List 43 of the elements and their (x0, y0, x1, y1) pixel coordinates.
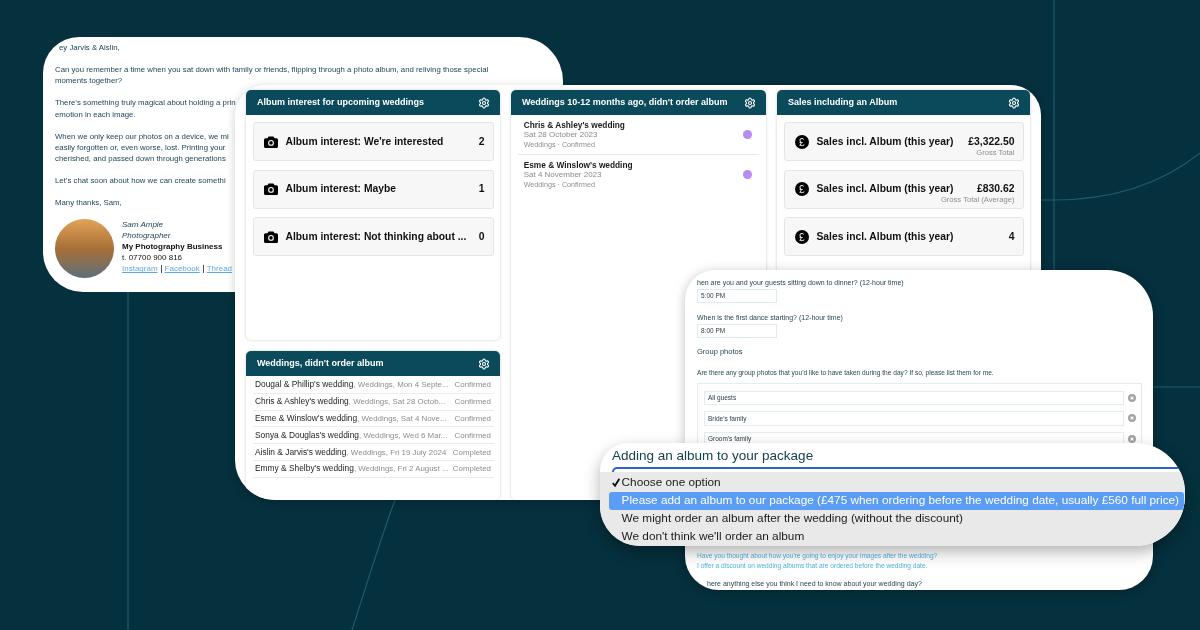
tile-value: 2 (477, 135, 485, 148)
stat-tile[interactable]: Album interest: Not thinking about ... 0 (252, 217, 494, 256)
tile-value: 0 (477, 230, 485, 243)
camera-icon (263, 183, 278, 195)
pound-icon (794, 229, 809, 244)
tile-value: £3,322.50 (967, 135, 1015, 148)
tile-value: 1 (477, 183, 485, 195)
settings-icon[interactable] (1008, 96, 1020, 109)
wedding-date: Sat 28 October 2023 (523, 130, 598, 140)
signature-business: My Photography Business (122, 241, 223, 253)
wedding-title[interactable]: Chris & Ashley's wedding (523, 120, 625, 130)
dropdown-option[interactable]: We don't think we'll order an album (608, 527, 1184, 546)
tile-value: 4 (1007, 230, 1015, 243)
stat-tile[interactable]: Sales incl. Album (this year) 4 (783, 217, 1024, 256)
wedding-date: Sat 4 November 2023 (523, 169, 602, 180)
tile-label: Album interest: Not thinking about ... (285, 230, 467, 243)
tile-label: Sales incl. Album (this year) (816, 230, 954, 243)
stat-tile[interactable]: Album interest: Maybe 1 (252, 169, 494, 209)
signature-role: Photographer (122, 230, 171, 242)
panel-title: Album interest for upcoming weddings (257, 98, 424, 107)
panel-title: Sales including an Album (788, 98, 898, 107)
stat-tile[interactable]: Album interest: We're interested 2 (252, 122, 494, 161)
tile-label: Sales incl. Album (this year) (816, 135, 954, 148)
pound-icon (794, 134, 809, 149)
tile-value: £830.62 (975, 183, 1015, 195)
panel-title: Weddings 10-12 months ago, didn't order album (522, 98, 728, 107)
settings-icon[interactable] (478, 357, 490, 370)
signature-name: Sam Ample (122, 219, 164, 231)
signature-phone: t. 07700 900 816 (122, 252, 183, 264)
settings-icon[interactable] (478, 96, 490, 109)
pound-icon (794, 182, 809, 196)
dropdown-label: Adding an album to your package (612, 448, 814, 464)
remove-icon[interactable] (1128, 435, 1136, 444)
tile-label: Album interest: Maybe (285, 183, 396, 195)
camera-icon (263, 135, 278, 148)
wedding-title[interactable]: Esme & Winslow's wedding (523, 159, 633, 170)
tile-label: Sales incl. Album (this year) (816, 183, 954, 195)
settings-icon[interactable] (744, 96, 756, 109)
panel-title: Weddings, didn't order album (257, 359, 384, 368)
tile-label: Album interest: We're interested (285, 135, 444, 148)
dropdown-option[interactable]: We might order an album after the wedding (without the discount) (608, 509, 1184, 528)
dropdown-option[interactable]: Choose one option (608, 473, 1184, 492)
camera-icon (263, 230, 278, 243)
